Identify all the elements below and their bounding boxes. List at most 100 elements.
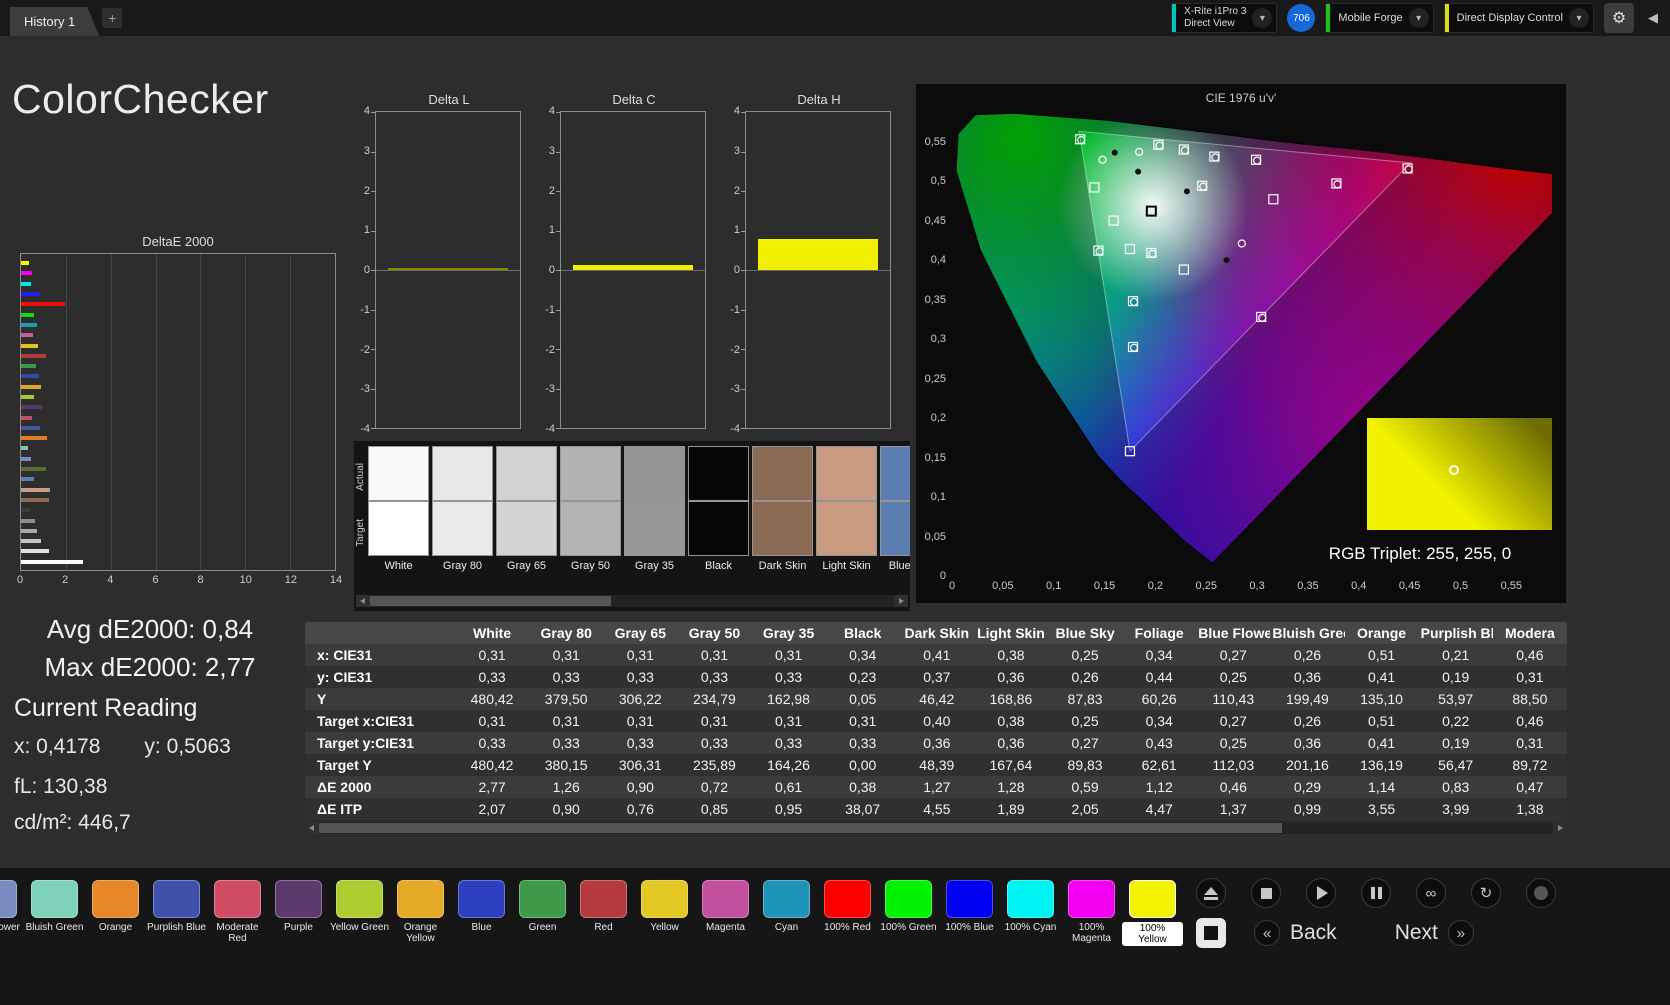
scrollbar-thumb[interactable] xyxy=(319,823,1282,833)
table-cell: 53,97 xyxy=(1438,691,1474,707)
table-scrollbar[interactable] xyxy=(305,822,1567,834)
current-reading: Current Reading x: 0,4178 y: 0,5063 fL: … xyxy=(14,694,231,847)
swatch-pair[interactable]: Gray 80 xyxy=(432,446,493,572)
color-chip xyxy=(275,880,322,918)
patch-button-blue[interactable]: Blue xyxy=(451,880,512,946)
table-cell: 89,72 xyxy=(1512,757,1548,773)
pause-icon xyxy=(1370,887,1375,899)
de-bar-row xyxy=(21,495,335,505)
eject-button[interactable] xyxy=(1196,878,1226,908)
add-tab-button[interactable]: + xyxy=(102,8,123,28)
scroll-right-icon[interactable] xyxy=(894,595,908,607)
de-bar-row xyxy=(21,536,335,546)
patch-button-moderate-red[interactable]: Moderate Red xyxy=(207,880,268,946)
table-cell: 0,76 xyxy=(626,801,654,817)
patch-button-bluish-green[interactable]: Bluish Green xyxy=(24,880,85,946)
loop-button[interactable]: ↻ xyxy=(1471,878,1501,908)
stop-button[interactable] xyxy=(1251,878,1281,908)
patch-button-orange[interactable]: Orange xyxy=(85,880,146,946)
back-button[interactable]: « Back xyxy=(1254,920,1337,946)
settings-button[interactable]: ⚙ xyxy=(1604,3,1634,33)
infinity-button[interactable]: ∞ xyxy=(1416,878,1446,908)
y-tick xyxy=(741,270,746,271)
patch-button-100-blue[interactable]: 100% Blue xyxy=(939,880,1000,946)
patch-button-red[interactable]: Red xyxy=(573,880,634,946)
scroll-right-icon[interactable] xyxy=(1553,822,1567,834)
patch-button-blue-flower[interactable]: Blue Flower xyxy=(0,880,24,946)
y-tick xyxy=(371,388,376,390)
table-cell: 0,26 xyxy=(1071,669,1099,685)
patch-button-100-magenta[interactable]: 100% Magenta xyxy=(1061,880,1122,946)
swatch-pair[interactable]: Dark Skin xyxy=(752,446,813,572)
swatch-pair[interactable]: Gray 35 xyxy=(624,446,685,572)
patch-button-orange-yellow[interactable]: Orange Yellow xyxy=(390,880,451,946)
patch-button-green[interactable]: Green xyxy=(512,880,573,946)
de-bar xyxy=(21,487,50,492)
chevron-down-icon[interactable]: ▾ xyxy=(1569,8,1589,28)
swatch-pair[interactable]: White xyxy=(368,446,429,572)
y-tick xyxy=(371,230,376,232)
patch-button-magenta[interactable]: Magenta xyxy=(695,880,756,946)
patch-label: Blue Flower xyxy=(0,922,20,933)
collapse-panel-button[interactable]: ◀ xyxy=(1644,10,1662,26)
swatch-pair[interactable]: Gray 50 xyxy=(560,446,621,572)
pattern-window-button[interactable] xyxy=(1196,918,1226,948)
x-tick-label: 10 xyxy=(239,574,252,586)
y-tick-label: 0,15 xyxy=(924,451,946,464)
scrollbar-track[interactable] xyxy=(319,822,1553,834)
next-button[interactable]: Next » xyxy=(1395,920,1474,946)
patch-button-100-cyan[interactable]: 100% Cyan xyxy=(1000,880,1061,946)
patch-button-100-yellow[interactable]: 100% Yellow xyxy=(1122,880,1183,946)
swatch-scrollbar[interactable] xyxy=(356,595,908,607)
dial-button[interactable] xyxy=(1526,878,1556,908)
table-cell: 480,42 xyxy=(470,691,514,707)
table-cell: 0,38 xyxy=(849,779,877,795)
row-header: y: CIE31 xyxy=(317,669,373,685)
patch-button-yellow-green[interactable]: Yellow Green xyxy=(329,880,390,946)
swatch-pair[interactable]: Gray 65 xyxy=(496,446,557,572)
table-cell: 0,59 xyxy=(1071,779,1099,795)
chevron-down-icon[interactable]: ▾ xyxy=(1252,8,1273,28)
row-header: Target y:CIE31 xyxy=(317,735,414,751)
source-accent-bar xyxy=(1326,4,1331,32)
delta-bar xyxy=(572,265,694,270)
source-selector[interactable]: Mobile Forge ▾ xyxy=(1325,3,1434,33)
play-button[interactable] xyxy=(1306,878,1336,908)
swatch-pair[interactable]: Blue Sky xyxy=(880,446,910,572)
reading-cdm2: cd/m²: 446,7 xyxy=(14,811,131,834)
de-bar xyxy=(21,364,36,369)
y-tick-label: 3 xyxy=(548,144,555,157)
patch-button-purplish-blue[interactable]: Purplish Blue xyxy=(146,880,207,946)
scrollbar-track[interactable] xyxy=(370,595,894,607)
de-bar-row xyxy=(21,392,335,402)
swatch-pair[interactable]: Black xyxy=(688,446,749,572)
table-cell: 4,47 xyxy=(1145,801,1173,817)
pause-button[interactable] xyxy=(1361,878,1391,908)
de-bar xyxy=(21,353,46,358)
swatch-pair[interactable]: Light Skin xyxy=(816,446,877,572)
table-cell: 0,61 xyxy=(774,779,803,795)
table-cell: 1,27 xyxy=(923,779,951,795)
table-cell: 0,37 xyxy=(923,669,951,685)
patch-button-100-green[interactable]: 100% Green xyxy=(878,880,939,946)
patch-button-yellow[interactable]: Yellow xyxy=(634,880,695,946)
tab-history-1[interactable]: History 1 xyxy=(10,7,99,36)
meter-count-badge: 706 xyxy=(1287,4,1316,32)
scroll-left-icon[interactable] xyxy=(356,595,370,607)
scroll-left-icon[interactable] xyxy=(305,822,319,834)
de-bar-row xyxy=(21,526,335,536)
y-tick xyxy=(556,388,561,390)
scrollbar-thumb[interactable] xyxy=(370,596,612,606)
chevron-down-icon[interactable]: ▾ xyxy=(1408,8,1429,28)
y-tick-label: 3 xyxy=(733,144,740,157)
display-accent-bar xyxy=(1444,4,1449,32)
y-tick-label: -2 xyxy=(360,343,370,356)
patch-button-cyan[interactable]: Cyan xyxy=(756,880,817,946)
color-chip xyxy=(458,880,505,918)
patch-button-100-red[interactable]: 100% Red xyxy=(817,880,878,946)
meter-selector[interactable]: X-Rite i1Pro 3 Direct View ▾ xyxy=(1171,3,1278,33)
table-cell: 0,40 xyxy=(923,713,951,729)
patch-button-purple[interactable]: Purple xyxy=(268,880,329,946)
color-chip xyxy=(519,880,566,918)
display-control-selector[interactable]: Direct Display Control ▾ xyxy=(1443,3,1594,33)
